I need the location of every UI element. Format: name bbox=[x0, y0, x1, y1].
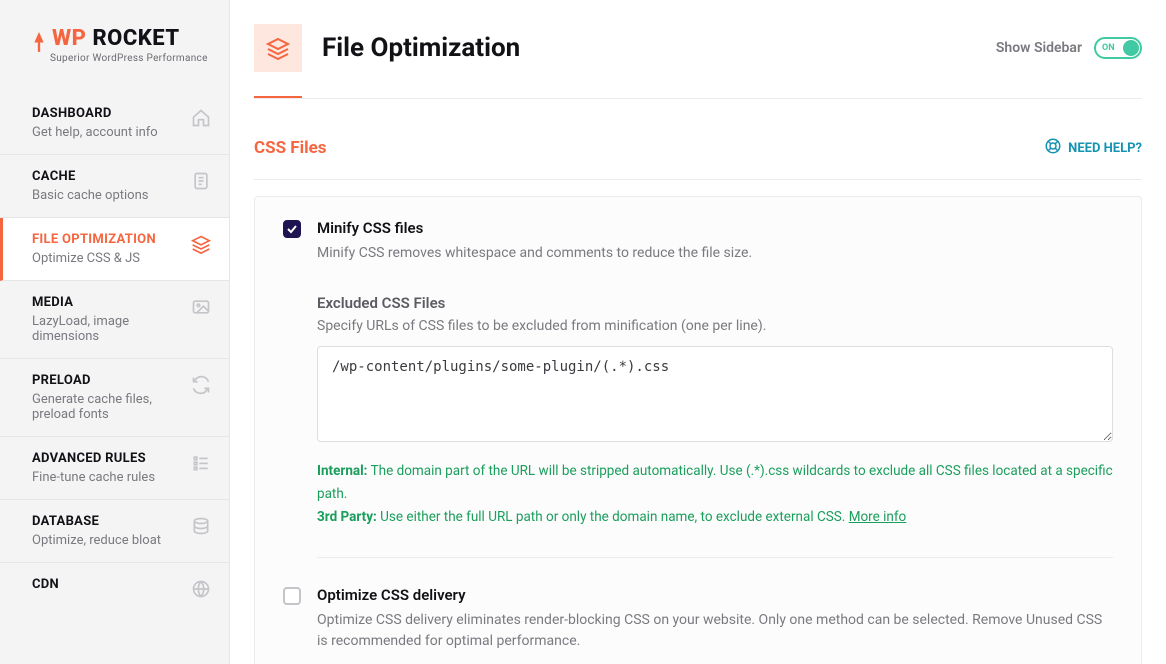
logo-tagline: Superior WordPress Performance bbox=[50, 53, 213, 64]
subsection-title: Excluded CSS Files bbox=[317, 294, 1113, 312]
sidebar-item-media[interactable]: MEDIA LazyLoad, image dimensions bbox=[0, 281, 229, 359]
nav-title: PRELOAD bbox=[32, 373, 191, 388]
home-icon bbox=[191, 108, 211, 132]
option-desc: Optimize CSS delivery eliminates render-… bbox=[317, 610, 1113, 652]
nav-sub: Optimize, reduce bloat bbox=[32, 533, 161, 548]
logo-wp: WP bbox=[52, 26, 86, 51]
nav-sub: Optimize CSS & JS bbox=[32, 251, 156, 266]
nav-title: CACHE bbox=[32, 169, 148, 184]
nav-title: DASHBOARD bbox=[32, 106, 158, 121]
sidebar-item-preload[interactable]: PRELOAD Generate cache files, preload fo… bbox=[0, 359, 229, 437]
nav-title: MEDIA bbox=[32, 295, 191, 310]
help-icon bbox=[1044, 137, 1062, 159]
nav-sub: Fine-tune cache rules bbox=[32, 470, 155, 485]
nav-sub: Get help, account info bbox=[32, 125, 158, 140]
sidebar-item-cdn[interactable]: CDN bbox=[0, 563, 229, 617]
show-sidebar-label: Show Sidebar bbox=[996, 40, 1082, 56]
show-sidebar-toggle[interactable]: ON bbox=[1094, 37, 1142, 59]
document-icon bbox=[191, 171, 211, 195]
option-optimize-css: Optimize CSS delivery Optimize CSS deliv… bbox=[283, 586, 1113, 652]
section-header: CSS Files NEED HELP? bbox=[254, 137, 1142, 159]
layers-icon bbox=[191, 234, 211, 258]
excluded-css-subsection: Excluded CSS Files Specify URLs of CSS f… bbox=[317, 294, 1113, 529]
sidebar: WP ROCKET Superior WordPress Performance… bbox=[0, 0, 230, 664]
nav-sub: Basic cache options bbox=[32, 188, 148, 203]
nav-title: ADVANCED RULES bbox=[32, 451, 155, 466]
toggle-knob bbox=[1123, 40, 1139, 56]
hint-internal-label: Internal: bbox=[317, 463, 368, 479]
page-header: File Optimization Show Sidebar ON bbox=[254, 24, 1142, 96]
divider bbox=[317, 557, 1113, 558]
nav-sub: Generate cache files, preload fonts bbox=[32, 392, 191, 422]
layers-icon bbox=[254, 24, 302, 72]
optimize-css-checkbox[interactable] bbox=[283, 587, 301, 605]
hint-3rd-text: Use either the full URL path or only the… bbox=[377, 509, 849, 525]
option-title: Minify CSS files bbox=[317, 219, 752, 237]
hint-internal-text: The domain part of the URL will be strip… bbox=[317, 463, 1113, 502]
hint-text: Internal: The domain part of the URL wil… bbox=[317, 460, 1113, 529]
nav-sub: LazyLoad, image dimensions bbox=[32, 314, 191, 344]
sidebar-item-file-optimization[interactable]: FILE OPTIMIZATION Optimize CSS & JS bbox=[0, 218, 229, 281]
image-icon bbox=[191, 297, 211, 321]
divider bbox=[254, 98, 1142, 99]
option-desc: Minify CSS removes whitespace and commen… bbox=[317, 243, 752, 264]
excluded-css-textarea[interactable] bbox=[317, 346, 1113, 442]
nav-title: FILE OPTIMIZATION bbox=[32, 232, 156, 247]
sidebar-item-cache[interactable]: CACHE Basic cache options bbox=[0, 155, 229, 218]
hint-3rd-label: 3rd Party: bbox=[317, 509, 377, 525]
subsection-desc: Specify URLs of CSS files to be excluded… bbox=[317, 318, 1113, 334]
nav-title: DATABASE bbox=[32, 514, 161, 529]
main-content: File Optimization Show Sidebar ON CSS Fi… bbox=[230, 0, 1166, 664]
minify-css-checkbox[interactable] bbox=[283, 220, 301, 238]
option-minify-css: Minify CSS files Minify CSS removes whit… bbox=[283, 219, 1113, 264]
sidebar-item-dashboard[interactable]: DASHBOARD Get help, account info bbox=[0, 92, 229, 155]
css-files-panel: Minify CSS files Minify CSS removes whit… bbox=[254, 196, 1142, 664]
toggle-on-label: ON bbox=[1102, 43, 1115, 53]
need-help-label: NEED HELP? bbox=[1068, 141, 1142, 156]
page-title: File Optimization bbox=[322, 33, 520, 63]
divider bbox=[254, 179, 1142, 180]
more-info-link[interactable]: More info bbox=[849, 509, 907, 525]
sidebar-item-advanced-rules[interactable]: ADVANCED RULES Fine-tune cache rules bbox=[0, 437, 229, 500]
globe-icon bbox=[191, 579, 211, 603]
logo: WP ROCKET Superior WordPress Performance bbox=[0, 0, 229, 92]
refresh-icon bbox=[191, 375, 211, 399]
option-title: Optimize CSS delivery bbox=[317, 586, 1113, 604]
section-title: CSS Files bbox=[254, 138, 327, 158]
sidebar-item-database[interactable]: DATABASE Optimize, reduce bloat bbox=[0, 500, 229, 563]
database-icon bbox=[191, 516, 211, 540]
list-icon bbox=[191, 453, 211, 477]
rocket-icon bbox=[32, 32, 46, 59]
logo-rocket: ROCKET bbox=[92, 26, 179, 51]
nav-title: CDN bbox=[32, 577, 59, 592]
need-help-link[interactable]: NEED HELP? bbox=[1044, 137, 1142, 159]
